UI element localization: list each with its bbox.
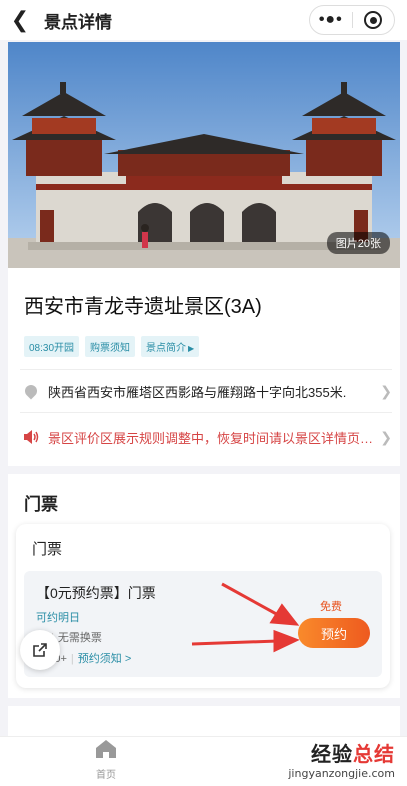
tickets-section-title: 门票 [24, 495, 58, 514]
chevron-right-icon: ❯ [380, 382, 392, 399]
nav-bar: ❮ 景点详情 •●• [0, 0, 407, 40]
photo-count-badge[interactable]: 图片20张 [326, 232, 390, 254]
tab-home[interactable]: 首页 [86, 739, 126, 781]
sales-divider: | [70, 653, 74, 665]
scenic-info-card: 西安市青龙寺遗址景区(3A) 08:30开园 购票须知 景点简介 ▶ 陕西省西安市… [8, 268, 400, 466]
watermark-en: jingyanzongjie.com [288, 767, 395, 780]
watermark-cn: 经验总结 [311, 744, 395, 766]
ticket-name: 【0元预约票】门票 [36, 585, 156, 601]
ticket-price: 免费 [320, 601, 342, 613]
ticket-availability: 可约明日 [36, 612, 80, 624]
ticket-item[interactable]: 【0元预约票】门票 可约明日 退|无需换票 8000+|预约须知 > 免费 预约 [24, 571, 382, 677]
book-button[interactable]: 预约 [298, 618, 370, 648]
back-chevron-icon: ❮ [10, 7, 30, 32]
location-pin-icon [20, 382, 42, 400]
hero-photo[interactable]: 图片20张 [8, 42, 400, 268]
mini-program-capsule: •●• [309, 5, 395, 35]
scenic-name: 西安市青龙寺遗址景区(3A) [24, 296, 262, 318]
notice-row[interactable]: 景区评价区展示规则调整中，恢复时间请以景区详情页公告为准 ❯ [20, 415, 392, 459]
tab-home-label: 首页 [96, 770, 116, 781]
tag-introduction-label: 景点简介 [146, 343, 187, 354]
speaker-icon [20, 430, 42, 444]
tag-list: 08:30开园 购票须知 景点简介 ▶ [24, 336, 200, 357]
tag-ticket-notes[interactable]: 购票须知 [85, 336, 136, 357]
back-button[interactable]: ❮ [0, 0, 40, 40]
share-button[interactable] [20, 630, 60, 670]
play-arrow-icon: ▶ [188, 344, 195, 353]
more-icon[interactable]: •●• [310, 11, 352, 29]
booking-notes-link[interactable]: 预约须知 > [78, 653, 131, 665]
address-row[interactable]: 陕西省西安市雁塔区西影路与雁翔路十字向北355米. ❯ [20, 369, 392, 413]
address-text: 陕西省西安市雁塔区西影路与雁翔路十字向北355米. [48, 384, 347, 400]
page-title: 景点详情 [44, 12, 112, 32]
notice-text: 景区评价区展示规则调整中，恢复时间请以景区详情页公告为准 [48, 430, 377, 446]
close-target-icon[interactable] [352, 11, 394, 29]
tag-introduction[interactable]: 景点简介 ▶ [141, 336, 200, 357]
tag-opening-hours: 08:30开园 [24, 336, 80, 357]
home-icon [96, 740, 116, 758]
exchange-rule: 无需换票 [57, 632, 102, 644]
tickets-section: 门票 门票 【0元预约票】门票 可约明日 退|无需换票 8000+|预约须知 >… [8, 474, 400, 698]
ticket-card: 门票 【0元预约票】门票 可约明日 退|无需换票 8000+|预约须知 > 免费… [16, 524, 390, 688]
chevron-right-icon: ❯ [380, 428, 392, 445]
watermark: 经验总结 jingyanzongjie.com [288, 738, 395, 780]
share-icon [33, 643, 47, 657]
ticket-card-title: 门票 [32, 541, 63, 558]
